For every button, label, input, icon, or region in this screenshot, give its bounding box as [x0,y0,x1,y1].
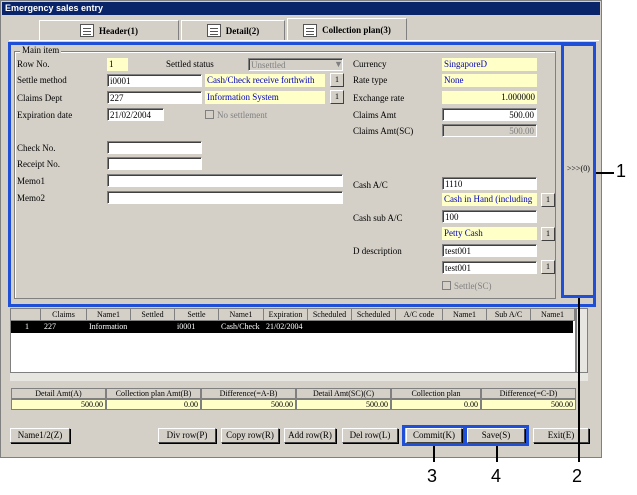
highlight-save [464,425,529,446]
grid-header-settled[interactable]: Settled [131,309,175,321]
grid-header-settle[interactable]: Settle [175,309,219,321]
summary-value-difference-ab: 500.00 [201,399,296,410]
copy-row-button[interactable]: Copy row(R) [221,428,279,443]
tab-collection-plan[interactable]: Collection plan(3) [287,18,407,41]
callout-line-2 [578,298,580,462]
callout-4: 4 [491,466,502,486]
tab-detail-label: Detail(2) [225,25,260,36]
grid-header-ac-code[interactable]: A/C code [396,309,443,321]
add-row-button[interactable]: Add row(R) [284,428,336,443]
row-settle: i0001 [177,322,196,331]
callout-2: 2 [572,466,583,486]
row-name1b: Cash/Check [221,322,260,331]
tab-collection-plan-label: Collection plan(3) [322,25,391,35]
row-number: 1 [25,322,29,331]
summary-header-collection-plan: Collection plan [391,388,481,399]
highlight-main-item [8,42,596,307]
summary-header-detail-amt: Detail Amt(A) [11,388,106,399]
collection-grid[interactable]: Claims Name1 Settled Settle Name1 Expira… [10,308,576,380]
callout-line-4 [496,446,498,462]
summary-header-difference-cd: Difference(=C-D) [481,388,576,399]
row-claims: 227 [44,322,56,331]
detail-doc-icon [206,24,221,37]
row-expiration: 21/02/2004 [266,322,303,331]
div-row-button[interactable]: Div row(P) [158,428,216,443]
callout-line-1 [596,172,614,174]
grid-header-name1c[interactable]: Name1 [443,309,487,321]
del-row-button[interactable]: Del row(L) [342,428,398,443]
table-row[interactable]: 1 227 Information i0001 Cash/Check 21/02… [11,321,573,333]
grid-header-claims[interactable]: Claims [41,309,87,321]
name12-button[interactable]: Name1/2(Z) [10,428,70,443]
grid-horizontal-scrollbar[interactable] [10,372,588,381]
exit-button[interactable]: Exit(E) [533,428,589,443]
summary-header-collection-amt: Collection plan Amt(B) [106,388,201,399]
grid-header-blank [11,309,41,321]
grid-header-name1b[interactable]: Name1 [219,309,264,321]
grid-header-expiration[interactable]: Expiration [264,309,308,321]
tab-header[interactable]: Header(1) [39,20,179,40]
grid-header-name1d[interactable]: Name1 [531,309,575,321]
grid-header-name1[interactable]: Name1 [87,309,131,321]
summary-value-detail-amt-sc: 500.00 [296,399,391,410]
summary-value-difference-cd: 500.00 [481,399,576,410]
header-doc-icon [80,24,94,37]
summary-header-detail-amt-sc: Detail Amt(SC)(C) [296,388,391,399]
callout-1: 1 [616,161,627,181]
row-name1: Information [89,322,128,331]
tab-detail[interactable]: Detail(2) [181,20,285,40]
summary-header-difference-ab: Difference(=A-B) [201,388,296,399]
callout-line-3 [433,446,435,462]
window-title: Emergency sales entry [2,2,600,15]
grid-header-scheduled-2[interactable]: Scheduled [352,309,396,321]
grid-header-scheduled-1[interactable]: Scheduled [308,309,352,321]
highlight-side-panel [561,43,596,298]
callout-3: 3 [427,466,438,486]
summary-value-collection-amt: 0.00 [106,399,201,410]
tab-header-label: Header(1) [99,25,138,36]
grid-header-sub-ac[interactable]: Sub A/C [487,309,531,321]
tab-divider [9,40,599,41]
summary-value-detail-amt: 500.00 [11,399,106,410]
highlight-commit [402,425,466,446]
summary-value-collection-plan: 0.00 [391,399,481,410]
collection-plan-icon [303,23,318,37]
